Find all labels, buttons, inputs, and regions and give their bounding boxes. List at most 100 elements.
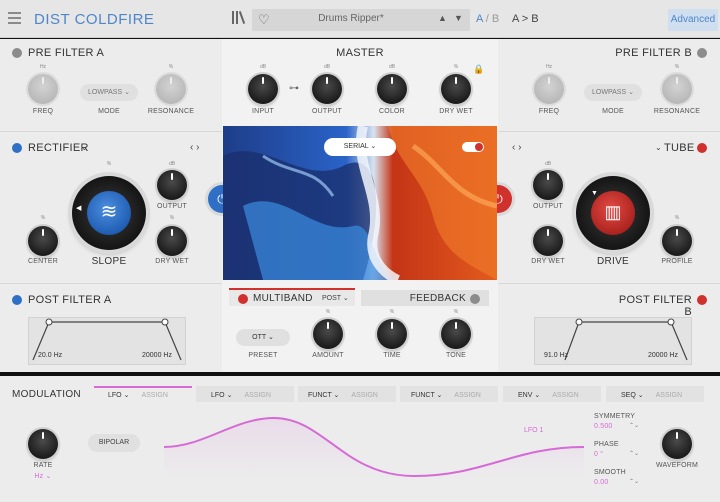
pre-filter-b-toggle[interactable] [697, 48, 707, 58]
multiband-amount-knob[interactable] [313, 319, 343, 349]
master-dry-wet-knob[interactable] [441, 74, 471, 104]
phase-value[interactable]: 0 ° [594, 451, 603, 458]
mod-tab-1-label: LFO ⌄ ASSIGN [108, 392, 168, 399]
tube-toggle[interactable] [697, 143, 707, 153]
feedback-toggle[interactable] [470, 294, 480, 304]
multiband-position-select[interactable]: POST ⌄ [322, 294, 349, 302]
prev-next-arrows-icon[interactable]: ‹ › [190, 142, 199, 153]
bipolar-button[interactable]: BIPOLAR [88, 434, 140, 452]
link-icon[interactable]: ⊶ [289, 83, 299, 94]
stepper-icon[interactable]: ⌃⌄ [629, 422, 639, 429]
lfo-waveform-display[interactable] [164, 414, 584, 480]
tick-label: % [674, 215, 680, 221]
library-icon[interactable] [232, 11, 246, 25]
ab-b[interactable]: B [492, 13, 499, 25]
lfo-waveform-knob[interactable] [662, 429, 692, 459]
master-output-knob[interactable] [312, 74, 342, 104]
pre-filter-a-title: PRE FILTER A [28, 47, 105, 59]
pre-filter-b-mode-select[interactable]: LOWPASS ⌄ [584, 84, 642, 101]
post-filter-a-high-freq[interactable]: 20000 Hz [142, 352, 172, 359]
ab-switch[interactable]: A / B [476, 13, 499, 25]
feedback-tone-knob[interactable] [441, 319, 471, 349]
drive-marker-icon: ▼ [591, 190, 598, 197]
slope-marker-icon: ◀ [76, 205, 82, 212]
symmetry-label: SYMMETRY [594, 413, 636, 420]
master-color-knob[interactable] [377, 74, 407, 104]
mod-tab-5-label: ENV ⌄ ASSIGN [518, 392, 579, 399]
product-name: DIST COLDFIRE [34, 11, 155, 28]
routing-select[interactable]: SERIAL ⌄ [324, 138, 396, 156]
tube-profile-knob[interactable] [662, 226, 692, 256]
pre-filter-b-resonance-knob[interactable] [662, 74, 692, 104]
chevron-down-icon[interactable]: ⌄ [81, 143, 88, 152]
multiband-toggle[interactable] [238, 294, 248, 304]
slope-label: SLOPE [91, 256, 127, 267]
post-filter-b-toggle[interactable] [697, 295, 707, 305]
post-filter-a-low-freq[interactable]: 20.0 Hz [38, 352, 62, 359]
divider [0, 131, 222, 132]
advanced-button[interactable]: Advanced [668, 9, 718, 31]
stepper-icon[interactable]: ⌃⌄ [629, 478, 639, 485]
waveform-label: WAVEFORM [655, 462, 699, 469]
multiband-preset-select[interactable]: OTT ⌄ [236, 329, 290, 346]
copy-a-to-b-button[interactable]: A > B [512, 13, 539, 25]
output-label: OUTPUT [312, 108, 342, 115]
pre-filter-a-toggle[interactable] [12, 48, 22, 58]
tick-label: dB [168, 161, 176, 167]
artwork-toggle[interactable] [462, 142, 484, 152]
lock-icon[interactable]: 🔒 [473, 64, 484, 75]
mode-label: MODE [98, 108, 120, 115]
rectifier-center-knob[interactable] [28, 226, 58, 256]
smooth-value[interactable]: 0.00 [594, 479, 608, 486]
pre-filter-a-freq-knob[interactable] [28, 74, 58, 104]
tick-label: % [453, 64, 459, 70]
post-filter-b-title: POST FILTER B [618, 294, 692, 318]
multiband-title: MULTIBAND [253, 293, 313, 304]
divider [498, 283, 720, 284]
output-label: OUTPUT [157, 203, 187, 210]
rectifier-slope-knob[interactable]: ≋ [72, 176, 146, 250]
mode-value: LOWPASS [592, 89, 627, 96]
resonance-label: RESONANCE [147, 108, 195, 115]
next-preset-button[interactable]: ▼ [454, 13, 463, 23]
rectifier-dry-wet-knob[interactable] [157, 226, 187, 256]
previous-preset-button[interactable]: ▲ [438, 13, 447, 23]
pre-filter-a-mode-select[interactable]: LOWPASS ⌄ [80, 84, 138, 101]
pre-filter-b-freq-knob[interactable] [534, 74, 564, 104]
master-input-knob[interactable] [248, 74, 278, 104]
tube-drive-knob[interactable]: ▥ [576, 176, 650, 250]
stepper-icon[interactable]: ⌃⌄ [629, 450, 639, 457]
tick-label: % [389, 309, 395, 315]
menu-icon[interactable] [8, 12, 21, 24]
mod-tab-2-label: LFO ⌄ ASSIGN [211, 392, 271, 399]
tube-output-knob[interactable] [533, 170, 563, 200]
rate-label: RATE [33, 462, 53, 469]
tick-label: dB [259, 64, 267, 70]
modulation-title: MODULATION [12, 389, 81, 400]
rate-unit-select[interactable]: Hz ⌄ [28, 472, 58, 480]
tube-dry-wet-knob[interactable] [533, 226, 563, 256]
heart-icon[interactable]: ♡ [258, 12, 270, 28]
symmetry-value[interactable]: 0.500 [594, 423, 613, 430]
rectifier-output-knob[interactable] [157, 170, 187, 200]
ab-a[interactable]: A [476, 13, 483, 25]
pre-filter-a-resonance-knob[interactable] [156, 74, 186, 104]
dry-wet-label: DRY WET [439, 108, 473, 115]
lfo-rate-knob[interactable] [28, 429, 58, 459]
position-value: POST [322, 295, 341, 302]
rectifier-toggle[interactable] [12, 143, 22, 153]
post-filter-a-title: POST FILTER A [28, 294, 112, 306]
prev-next-arrows-icon[interactable]: ‹ › [512, 142, 521, 153]
post-filter-b-high-freq[interactable]: 20000 Hz [648, 352, 678, 359]
chevron-down-icon: ⌄ [628, 89, 634, 96]
master-title: MASTER [336, 47, 384, 59]
rectifier-title: RECTIFIER [28, 142, 89, 154]
freq-label: FREQ [32, 108, 54, 115]
tick-label: % [325, 309, 331, 315]
feedback-time-knob[interactable] [377, 319, 407, 349]
tick-label: % [40, 215, 46, 221]
post-filter-b-low-freq[interactable]: 91.0 Hz [544, 352, 568, 359]
chevron-down-icon[interactable]: ⌄ [655, 143, 662, 152]
post-filter-a-toggle[interactable] [12, 295, 22, 305]
preset-name[interactable]: Drums Ripper* [284, 13, 418, 24]
